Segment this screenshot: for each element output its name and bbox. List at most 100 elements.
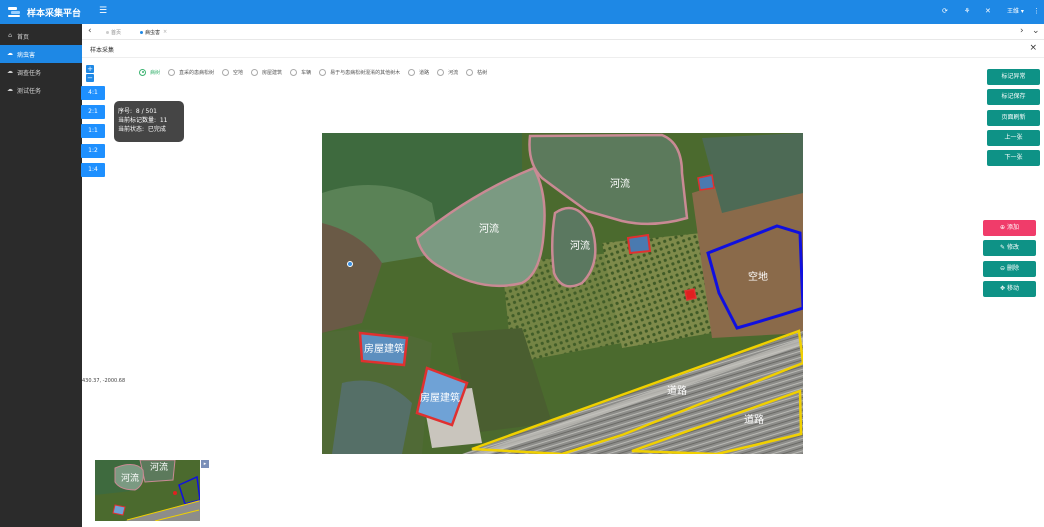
sidebar-item-pest[interactable]: ☁ 病虫害 bbox=[0, 45, 82, 63]
app-root: 样本采集平台 ⌂ 首页 ☁ 病虫害 ☁ 调查任务 ☁ 测试任务 ☰ ⟳ ⚘ ✕ … bbox=[0, 0, 1044, 527]
radio-building[interactable]: 房屋建筑 bbox=[251, 68, 283, 76]
radio-open-land[interactable]: 空地 bbox=[222, 68, 244, 76]
edit-button[interactable]: ✎ 修改 bbox=[983, 240, 1036, 256]
close-icon[interactable]: × bbox=[1029, 43, 1037, 53]
delete-button[interactable]: ⊖ 删除 bbox=[983, 261, 1036, 277]
radio-label: 直采的患病松树 bbox=[179, 69, 215, 76]
sidebar-item-label: 测试任务 bbox=[17, 87, 42, 95]
minimap[interactable]: 河流 河流 bbox=[95, 460, 200, 521]
annotation-label: 河流 bbox=[479, 222, 499, 235]
minimap-toggle-icon[interactable]: ▸ bbox=[201, 460, 209, 468]
cloud-icon: ☁ bbox=[7, 68, 13, 75]
fullscreen-icon[interactable]: ✕ bbox=[985, 8, 991, 15]
aerial-image[interactable]: 河流 河流 河流 空地 房屋建筑 房屋建筑 道路 道路 bbox=[322, 133, 803, 454]
annotation-label: 空地 bbox=[748, 270, 768, 283]
mark-save-button[interactable]: 标记保存 bbox=[987, 89, 1040, 105]
radio-river[interactable]: 河流 bbox=[437, 68, 459, 76]
building-region[interactable] bbox=[697, 174, 715, 191]
image-info-panel: 序号: 8 / 501 当前标记数量: 11 当前状态: 已完成 bbox=[114, 101, 184, 142]
cloud-icon: ☁ bbox=[7, 86, 13, 93]
tab-scroll-right-icon[interactable]: › bbox=[1020, 27, 1024, 36]
scale-1-2-button[interactable]: 1:2 bbox=[81, 144, 105, 158]
tab-dot-icon bbox=[106, 30, 109, 34]
radio-direct-diseased-pine[interactable]: 直采的患病松树 bbox=[168, 68, 215, 76]
radio-label: 车辆 bbox=[301, 69, 312, 76]
brand-title: 样本采集平台 bbox=[27, 8, 82, 19]
button-label: 修改 bbox=[1006, 244, 1019, 251]
minimap-label: 河流 bbox=[150, 461, 168, 473]
tree-icon[interactable]: ⚘ bbox=[964, 8, 970, 15]
tab-label: 首页 bbox=[111, 29, 122, 36]
page-refresh-button[interactable]: 页面刷新 bbox=[987, 110, 1040, 126]
radio-label: 房屋建筑 bbox=[262, 69, 283, 76]
more-icon[interactable]: ⋮ bbox=[1033, 8, 1040, 15]
category-radio-group: 病树 直采的患病松树 空地 房屋建筑 车辆 易于与患病松树混淆的其他树木 道路 … bbox=[139, 67, 495, 77]
minimap-image[interactable]: 河流 河流 bbox=[95, 460, 200, 521]
radio-road[interactable]: 道路 bbox=[408, 68, 429, 76]
tab-dropdown-icon[interactable]: ⌄ bbox=[1032, 27, 1040, 36]
button-label: 添加 bbox=[1006, 224, 1019, 231]
tab-strip: ‹ 首页 病虫害 × › ⌄ bbox=[82, 24, 1044, 40]
diseased-tree-marker[interactable] bbox=[684, 288, 697, 301]
tab-label: 病虫害 bbox=[145, 29, 161, 36]
annotation-canvas[interactable]: 河流 河流 河流 空地 房屋建筑 房屋建筑 道路 道路 bbox=[322, 133, 803, 454]
user-name: 王维 bbox=[1007, 8, 1020, 15]
radio-circle bbox=[290, 68, 298, 76]
radio-vehicle[interactable]: 车辆 bbox=[290, 68, 312, 76]
brand[interactable]: 样本采集平台 bbox=[0, 0, 82, 24]
radio-circle bbox=[437, 68, 445, 76]
previous-button[interactable]: 上一张 bbox=[987, 130, 1040, 146]
scale-2-1-button[interactable]: 2:1 bbox=[81, 105, 105, 119]
radio-circle bbox=[222, 68, 230, 76]
move-button[interactable]: ✥ 移动 bbox=[983, 281, 1036, 297]
home-icon: ⌂ bbox=[8, 32, 12, 39]
minimap-label: 河流 bbox=[121, 472, 139, 484]
annotation-label: 房屋建筑 bbox=[420, 391, 460, 404]
zoom-in-button[interactable]: + bbox=[86, 65, 94, 73]
info-status: 当前状态: 已完成 bbox=[118, 126, 166, 133]
menu-toggle-icon[interactable]: ☰ bbox=[99, 7, 107, 16]
mark-abnormal-button[interactable]: 标记异常 bbox=[987, 69, 1040, 85]
radio-dead-tree[interactable]: 枯树 bbox=[466, 68, 488, 76]
sidebar: 样本采集平台 ⌂ 首页 ☁ 病虫害 ☁ 调查任务 ☁ 测试任务 bbox=[0, 0, 82, 527]
tab-home[interactable]: 首页 bbox=[102, 27, 125, 37]
next-button[interactable]: 下一张 bbox=[987, 150, 1040, 166]
tab-scroll-left-icon[interactable]: ‹ bbox=[88, 27, 92, 36]
tab-dot-icon bbox=[140, 30, 143, 34]
add-button[interactable]: ⊕ 添加 bbox=[983, 220, 1036, 236]
edit-icon: ✎ bbox=[1000, 244, 1006, 251]
sidebar-item-label: 首页 bbox=[17, 33, 30, 41]
page-title: 样本采集 bbox=[90, 47, 115, 54]
radio-label: 空地 bbox=[233, 69, 244, 76]
radio-circle bbox=[251, 68, 259, 76]
radio-label: 河流 bbox=[448, 69, 459, 76]
scale-1-1-button[interactable]: 1:1 bbox=[81, 124, 105, 138]
button-label: 移动 bbox=[1006, 285, 1019, 292]
cursor-coordinates: 430.37, -2000.68 bbox=[82, 378, 126, 384]
scale-1-4-button[interactable]: 1:4 bbox=[81, 163, 105, 177]
refresh-icon[interactable]: ⟳ bbox=[942, 8, 948, 15]
page-header: 样本采集 × bbox=[82, 40, 1044, 58]
user-menu[interactable]: 王维 ▾ bbox=[1007, 8, 1024, 15]
button-label: 删除 bbox=[1006, 265, 1019, 272]
sidebar-item-home[interactable]: ⌂ 首页 bbox=[0, 27, 82, 45]
radio-label: 病树 bbox=[150, 69, 161, 76]
logo-icon bbox=[8, 6, 22, 18]
radio-circle bbox=[139, 68, 146, 76]
radio-label: 易于与患病松树混淆的其他树木 bbox=[330, 69, 401, 76]
radio-diseased-tree[interactable]: 病树 bbox=[139, 68, 161, 76]
radio-label: 枯树 bbox=[477, 69, 488, 76]
top-bar: ☰ ⟳ ⚘ ✕ 王维 ▾ ⋮ bbox=[82, 0, 1044, 24]
cursor-point bbox=[347, 261, 353, 267]
zoom-out-button[interactable]: − bbox=[86, 74, 94, 82]
sidebar-item-survey[interactable]: ☁ 调查任务 bbox=[0, 63, 82, 81]
info-count: 当前标记数量: 11 bbox=[118, 117, 168, 124]
radio-circle bbox=[408, 68, 416, 76]
building-region[interactable] bbox=[626, 233, 652, 255]
scale-4-1-button[interactable]: 4:1 bbox=[81, 86, 105, 100]
tab-pest[interactable]: 病虫害 × bbox=[136, 27, 171, 37]
tab-close-icon[interactable]: × bbox=[163, 29, 167, 35]
radio-confusable-trees[interactable]: 易于与患病松树混淆的其他树木 bbox=[319, 68, 401, 76]
sidebar-item-test[interactable]: ☁ 测试任务 bbox=[0, 81, 82, 99]
minus-circle-icon: ⊖ bbox=[1000, 265, 1006, 272]
